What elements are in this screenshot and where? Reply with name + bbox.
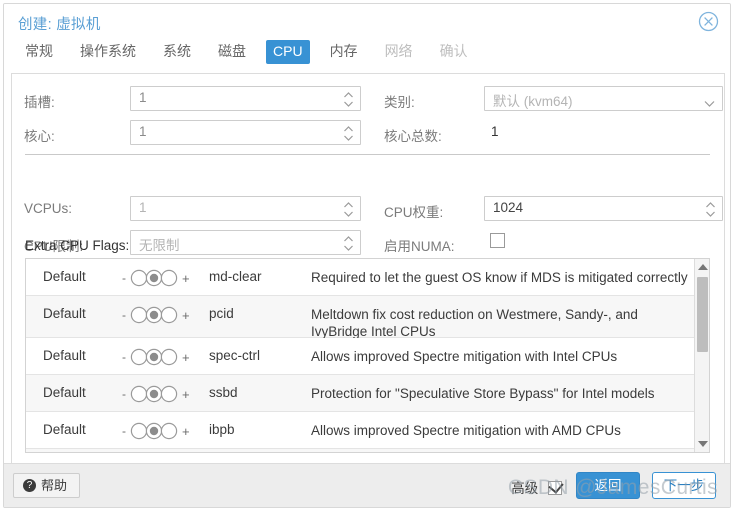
svg-text:-: - [122,424,126,438]
tab-disk[interactable]: 磁盘 [211,40,253,64]
svg-text:-: - [122,308,126,322]
vcpus-input[interactable]: 1 [130,196,361,221]
next-button[interactable]: 下一步 [652,472,716,499]
table-row[interactable]: Default - + ibpb Allows improved Spectre… [26,412,695,449]
flag-tristate-control[interactable]: - + [120,348,198,366]
flag-tristate-control[interactable]: - + [120,306,198,324]
cores-label: 核心: [24,129,55,144]
svg-text:+: + [182,308,190,323]
tab-confirm: 确认 [439,43,468,59]
cores-input[interactable]: 1 [130,120,361,145]
page-title: 创建: 虚拟机 [18,17,101,33]
vcpus-label: VCPUs: [24,201,73,216]
scroll-down-icon[interactable] [698,441,708,447]
advanced-toggle[interactable]: 高级 [511,477,564,497]
flag-description: Allows improved Spectre mitigation with … [311,423,621,438]
flag-tristate-control[interactable]: - + [120,422,198,440]
table-row[interactable]: Default - + md-clear Required to let the… [26,259,695,296]
type-label: 类别: [384,95,415,110]
spinner-icon[interactable] [343,125,354,142]
tab-system[interactable]: 系统 [156,40,198,64]
cpu-weight-value: 1024 [493,200,524,215]
svg-text:+: + [182,350,190,365]
scrollbar-thumb[interactable] [697,277,708,352]
tab-network: 网络 [384,43,413,59]
flag-key: ibpb [209,422,235,437]
cpu-limit-input[interactable]: 无限制 [130,230,361,255]
spinner-icon[interactable] [343,201,354,218]
svg-text:+: + [182,271,190,286]
advanced-label: 高级 [511,481,539,496]
svg-text:+: + [182,387,190,402]
cpu-type-value: 默认 (kvm64) [493,94,573,109]
back-button[interactable]: 返回 [576,472,640,499]
flag-tristate-control[interactable]: - + [120,269,198,287]
svg-text:+: + [182,424,190,439]
form-row-cores: 核心: 1 核心总数: 1 [12,120,724,149]
form-row-sockets: 插槽: 1 类别: 默认 (kvm64) [12,86,724,115]
flag-description: Meltdown fix cost reduction on Westmere,… [311,307,638,339]
tab-cpu[interactable]: CPU [266,40,310,64]
total-cores-label: 核心总数: [384,129,442,144]
sockets-value: 1 [139,90,147,105]
tab-memory[interactable]: 内存 [323,40,365,64]
help-button-label: 帮助 [41,478,68,493]
cpu-weight-input[interactable]: 1024 [484,196,723,221]
tab-general[interactable]: 常规 [18,40,60,64]
chevron-down-icon[interactable] [704,95,715,107]
tab-os[interactable]: 操作系统 [73,40,143,64]
wizard-tabs: 常规 操作系统 系统 磁盘 CPU 内存 网络 确认 [4,40,730,70]
create-vm-dialog: 创建: 虚拟机 常规操作系统系统磁盘 CPU 内存 网络 确认 插槽: 1 [3,3,731,508]
form-row-vcpus: VCPUs: 1 CPU权重: 1024 [12,196,724,225]
table-row[interactable]: Default - + pcid Meltdown fix cost reduc… [26,296,695,339]
flag-state: Default [43,306,86,321]
sockets-label: 插槽: [24,95,55,110]
flag-state: Default [43,269,86,284]
flag-state: Default [43,385,86,400]
flag-key: spec-ctrl [209,348,261,363]
flag-description: Allows improved Spectre mitigation with … [311,349,618,364]
enable-numa-label: 启用NUMA: [384,239,455,254]
question-circle-icon: ? [23,479,36,493]
extra-cpu-flags-label: Extra CPU Flags: [25,238,130,253]
cpu-weight-label: CPU权重: [384,205,444,220]
flag-state: Default [43,422,86,437]
flag-state: Default [43,348,86,363]
help-button[interactable]: ? 帮助 [13,473,81,498]
spinner-icon[interactable] [343,91,354,108]
svg-text:-: - [122,387,126,401]
spinner-icon[interactable] [705,201,716,218]
scroll-up-icon[interactable] [698,264,708,270]
flag-key: pcid [209,306,234,321]
check-icon [548,478,564,495]
enable-numa-checkbox[interactable] [490,233,505,248]
flag-description: Protection for "Speculative Store Bypass… [311,386,655,401]
advanced-checkbox[interactable] [548,478,564,496]
table-row[interactable]: Default - + virt-ssbd Basis for "Specula… [26,449,695,452]
total-cores-value: 1 [491,124,499,139]
cores-value: 1 [139,124,147,139]
table-row[interactable]: Default - + spec-ctrl Allows improved Sp… [26,338,695,375]
flag-description: Required to let the guest OS know if MDS… [311,270,688,285]
flag-tristate-control[interactable]: - + [120,385,198,403]
table-row[interactable]: Default - + ssbd Protection for "Specula… [26,375,695,412]
cpu-limit-placeholder: 无限制 [139,238,180,253]
flag-key: ssbd [209,385,238,400]
dialog-titlebar: 创建: 虚拟机 [4,4,730,40]
cpu-settings-panel: 插槽: 1 类别: 默认 (kvm64) 核心: 1 核心总数: 1 VCPUs… [11,73,725,465]
form-divider [25,154,710,155]
cpu-form: 插槽: 1 类别: 默认 (kvm64) 核心: 1 核心总数: 1 VCPUs… [12,74,724,453]
flags-list-scrollbar[interactable] [694,259,709,452]
vcpus-value: 1 [139,200,147,215]
extra-cpu-flags-list: Default - + md-clear Required to let the… [25,258,710,453]
sockets-input[interactable]: 1 [130,86,361,111]
dialog-footer: ? 帮助 高级 返回 下一步 CSDN @JamesCurtis [4,463,730,507]
spinner-icon[interactable] [343,235,354,252]
svg-text:-: - [122,350,126,364]
flag-key: md-clear [209,269,262,284]
cpu-type-select[interactable]: 默认 (kvm64) [484,86,723,111]
close-icon[interactable] [698,11,719,32]
svg-text:-: - [122,271,126,285]
